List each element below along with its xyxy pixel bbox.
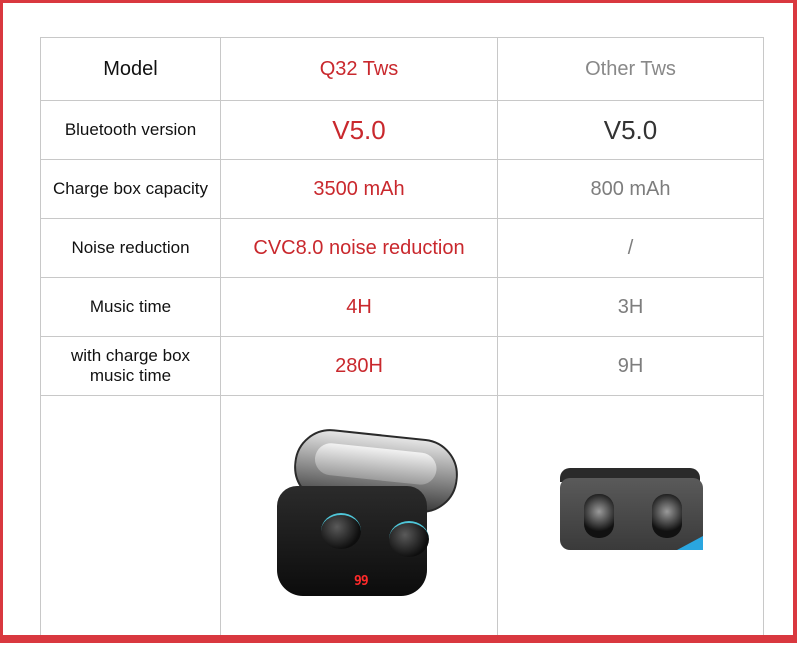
row-label: Noise reduction [71, 238, 190, 257]
other-image-cell [497, 396, 764, 635]
other-earbud-slot-right [652, 494, 682, 538]
empty-label-cell [40, 396, 220, 635]
q32-value: 4H [346, 295, 372, 318]
table-header-row: Model Q32 Tws Other Tws [40, 37, 764, 100]
q32-value-cell: 3500 mAh [220, 160, 497, 218]
header-q32-cell: Q32 Tws [220, 38, 497, 100]
table-row: with charge box music time 280H 9H [40, 336, 764, 395]
row-label-cell: Charge box capacity [40, 160, 220, 218]
header-other-name: Other Tws [585, 57, 676, 80]
q32-value: CVC8.0 noise reduction [253, 236, 465, 259]
product-image-row: 99 [40, 395, 764, 635]
q32-value: V5.0 [332, 114, 386, 145]
header-model-label: Model [103, 58, 158, 80]
watermark-badge [677, 536, 703, 550]
q32-value-cell: 280H [220, 337, 497, 395]
other-value: V5.0 [603, 114, 658, 145]
row-label: Bluetooth version [64, 120, 197, 139]
comparison-table: Model Q32 Tws Other Tws Bluetooth versio… [40, 37, 764, 635]
other-value: / [627, 236, 634, 259]
row-label-cell: Noise reduction [40, 219, 220, 277]
q32-image-cell: 99 [220, 396, 497, 635]
other-value-cell: 3H [497, 278, 764, 336]
q32-value: 3500 mAh [313, 177, 405, 200]
row-label: Music time [89, 297, 172, 316]
q32-earbud-right [389, 521, 429, 557]
q32-lid-inner [313, 441, 439, 487]
other-value-cell: / [497, 219, 764, 277]
other-earbud-slot-left [584, 494, 614, 538]
row-label-cell: Music time [40, 278, 220, 336]
other-value: 3H [617, 295, 644, 318]
other-value: 9H [617, 354, 644, 377]
other-value: 800 mAh [590, 177, 671, 200]
table-row: Charge box capacity 3500 mAh 800 mAh [40, 159, 764, 218]
header-q32-name: Q32 Tws [319, 57, 399, 80]
other-product-image [558, 468, 703, 558]
other-value-cell: 9H [497, 337, 764, 395]
table-row: Noise reduction CVC8.0 noise reduction / [40, 218, 764, 277]
q32-earbud-left [321, 513, 361, 549]
q32-battery-display: 99 [354, 574, 369, 589]
q32-value: 280H [335, 354, 383, 377]
q32-product-image: 99 [249, 425, 469, 606]
q32-value-cell: 4H [220, 278, 497, 336]
header-other-cell: Other Tws [497, 38, 764, 100]
table-row: Music time 4H 3H [40, 277, 764, 336]
other-value-cell: 800 mAh [497, 160, 764, 218]
table-row: Bluetooth version V5.0 V5.0 [40, 100, 764, 159]
q32-value-cell: V5.0 [220, 101, 497, 159]
row-label: with charge box music time [70, 346, 191, 385]
row-label-cell: Bluetooth version [40, 101, 220, 159]
q32-value-cell: CVC8.0 noise reduction [220, 219, 497, 277]
row-label: Charge box capacity [53, 179, 208, 198]
header-label-cell: Model [40, 38, 220, 100]
row-label-cell: with charge box music time [40, 337, 220, 395]
other-value-cell: V5.0 [497, 101, 764, 159]
